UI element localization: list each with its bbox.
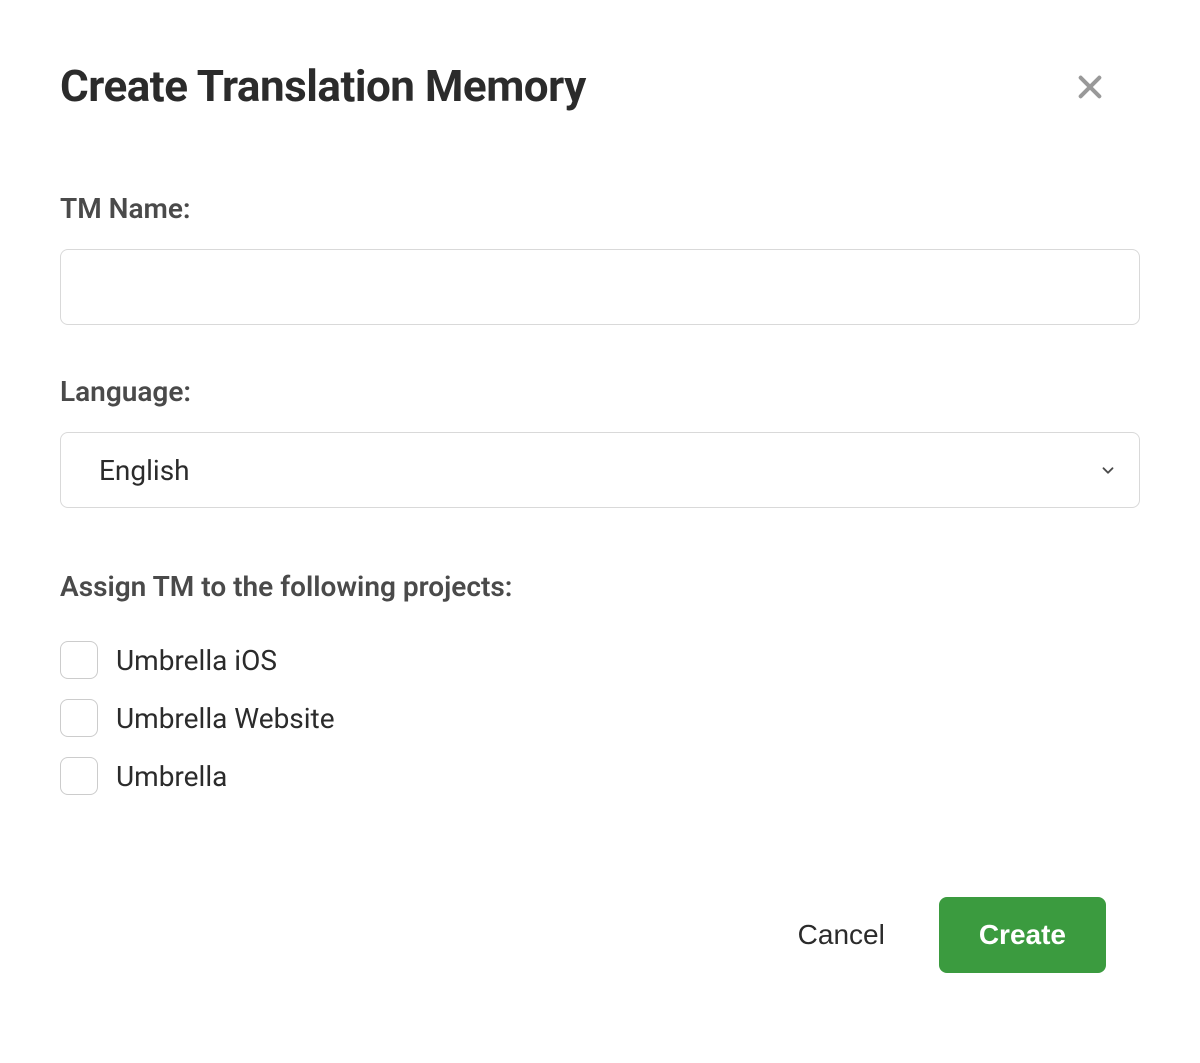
tm-name-label: TM Name: (60, 192, 1140, 225)
modal-title: Create Translation Memory (60, 60, 586, 112)
project-label: Umbrella Website (116, 702, 335, 735)
cancel-button[interactable]: Cancel (798, 919, 885, 951)
language-group: Language: English (60, 375, 1140, 508)
close-button[interactable] (1070, 68, 1110, 108)
language-select[interactable]: English (60, 432, 1140, 508)
modal-header: Create Translation Memory (60, 60, 1140, 112)
checkbox-box (60, 641, 98, 679)
tm-name-input[interactable] (60, 249, 1140, 325)
create-tm-modal: Create Translation Memory TM Name: Langu… (0, 0, 1200, 1063)
language-selected-value: English (99, 454, 190, 487)
project-checkbox-item[interactable]: Umbrella iOS (60, 641, 1140, 679)
language-label: Language: (60, 375, 1140, 408)
assign-projects-label: Assign TM to the following projects: (60, 570, 1140, 603)
project-label: Umbrella (116, 760, 227, 793)
project-checkbox-item[interactable]: Umbrella Website (60, 699, 1140, 737)
modal-footer: Cancel Create (798, 897, 1106, 973)
checkbox-box (60, 757, 98, 795)
projects-checkbox-list: Umbrella iOS Umbrella Website Umbrella (60, 641, 1140, 795)
project-checkbox-item[interactable]: Umbrella (60, 757, 1140, 795)
checkbox-box (60, 699, 98, 737)
project-label: Umbrella iOS (116, 644, 277, 677)
close-icon (1074, 71, 1106, 106)
assign-projects-section: Assign TM to the following projects: Umb… (60, 570, 1140, 795)
tm-name-group: TM Name: (60, 192, 1140, 325)
create-button[interactable]: Create (939, 897, 1106, 973)
chevron-down-icon (1099, 454, 1117, 487)
